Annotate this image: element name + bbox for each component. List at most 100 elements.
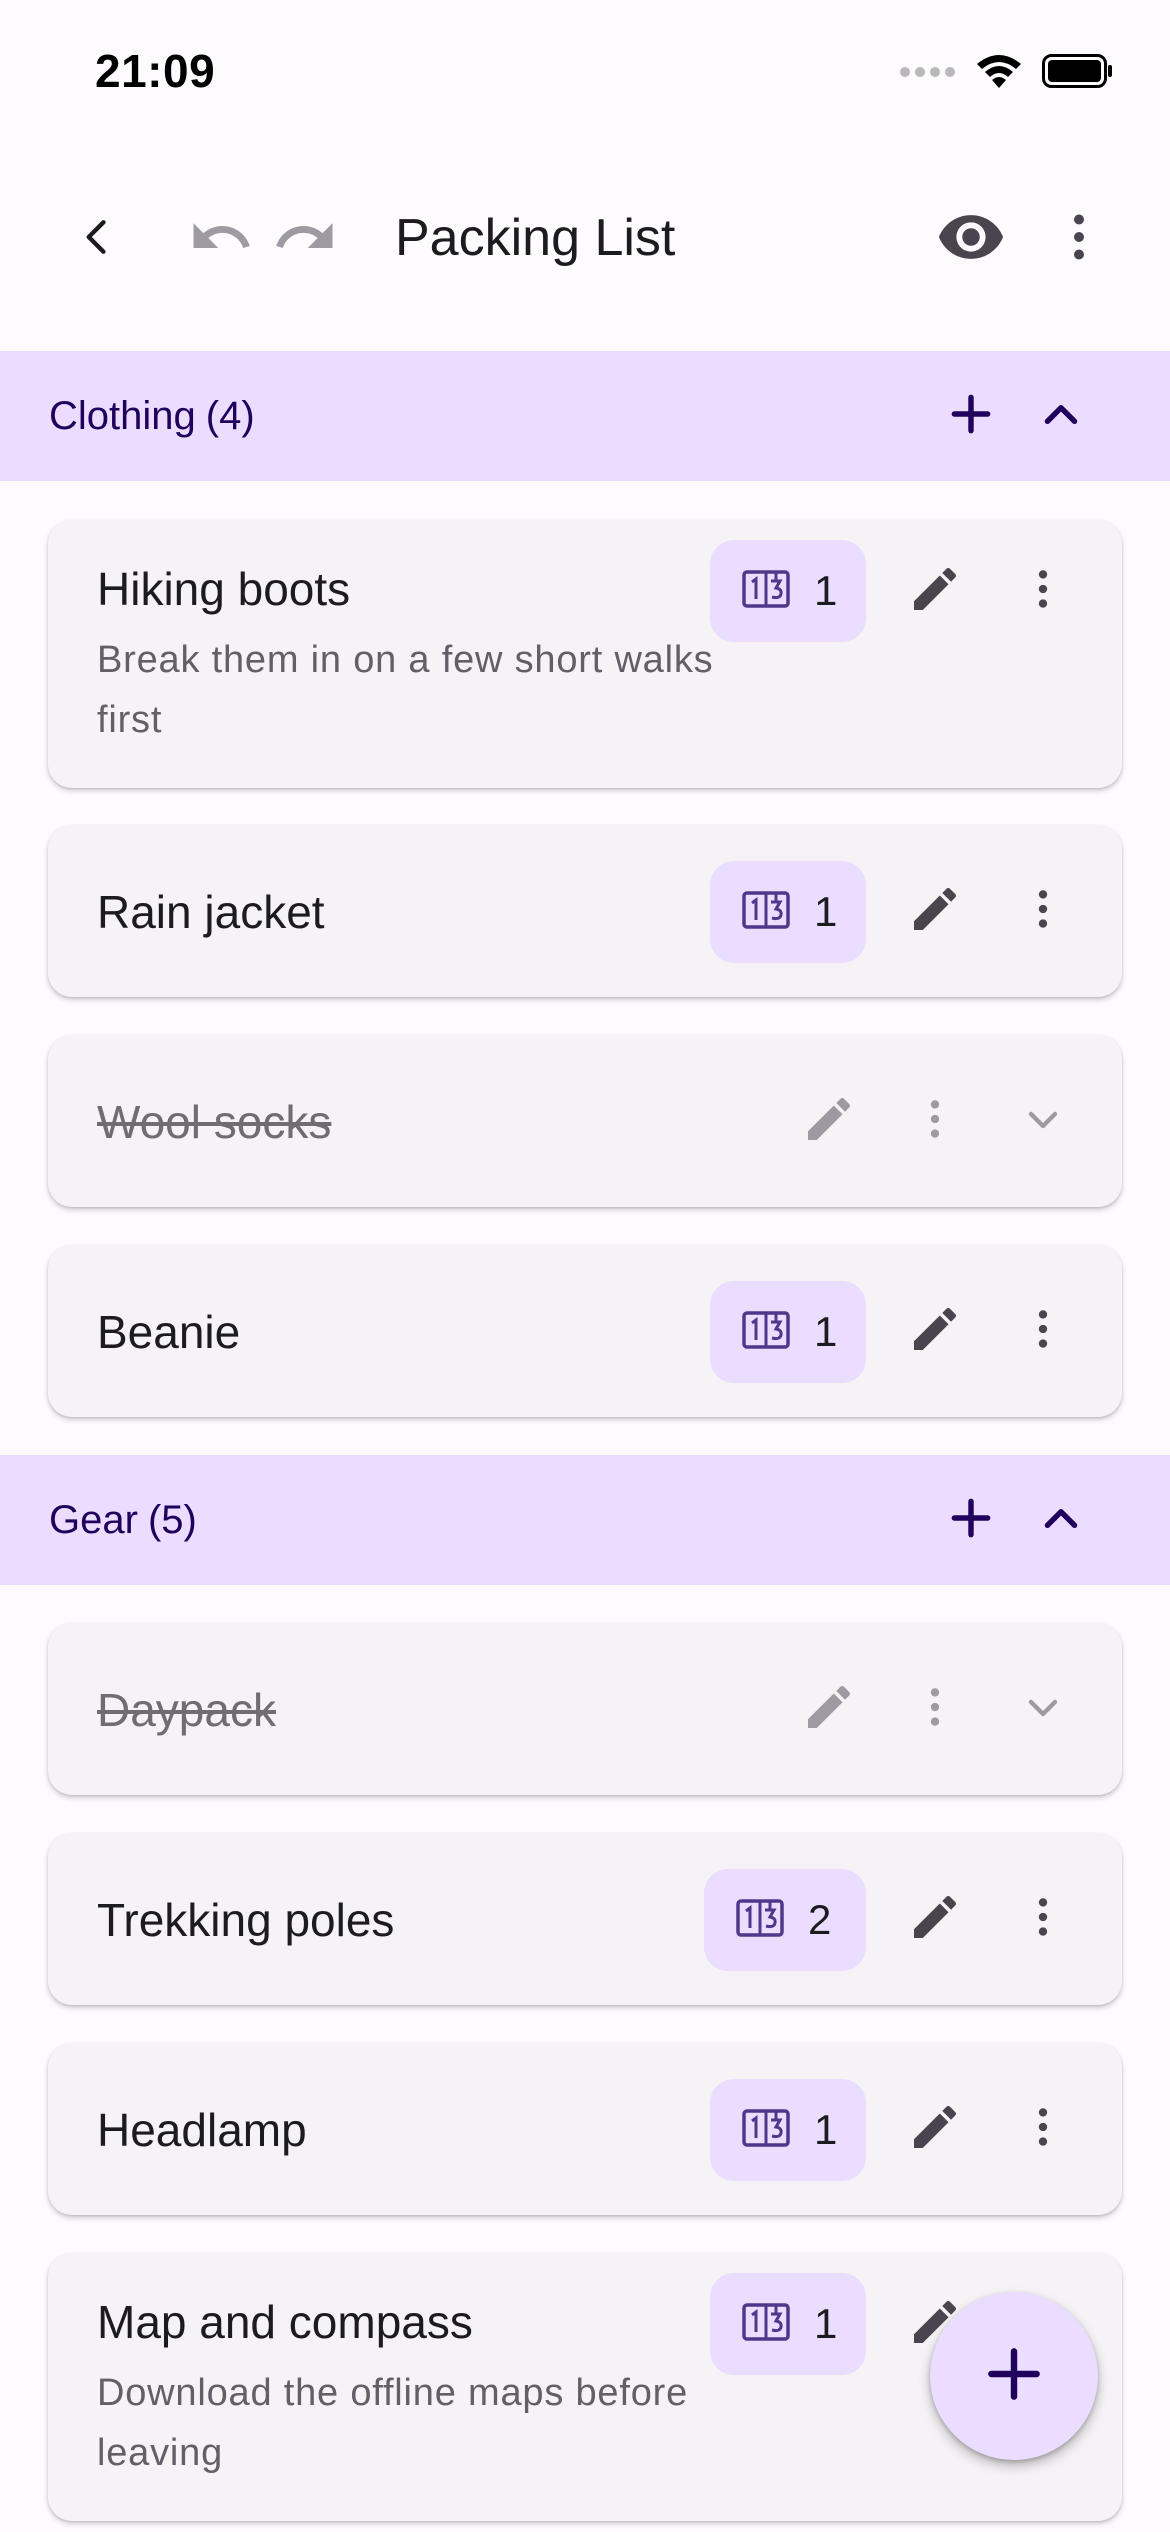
section-count: (4) [205, 393, 255, 438]
quantity-icon [742, 890, 790, 934]
quantity-chip[interactable]: 1 [710, 861, 866, 963]
quantity-value: 1 [814, 567, 838, 614]
more-vert-icon [910, 1682, 960, 1737]
quantity-value: 1 [814, 2300, 838, 2347]
edit-item-button[interactable] [890, 2084, 980, 2174]
redo-button[interactable] [260, 194, 350, 284]
item-note: Break them in on a few short walks first [97, 639, 714, 741]
undo-icon [188, 204, 254, 275]
pencil-icon [907, 2099, 963, 2160]
signal-dots-icon [900, 65, 956, 83]
section-header-clothing[interactable]: Clothing (4) [0, 351, 1170, 481]
quantity-icon [742, 1310, 790, 1354]
collapse-section-button[interactable] [1016, 371, 1106, 461]
edit-item-button[interactable] [890, 1874, 980, 1964]
chevron-up-icon [1036, 1493, 1086, 1548]
section-title: Gear (5) [49, 1498, 197, 1543]
more-options-button[interactable] [1034, 194, 1124, 284]
list-item[interactable]: Wool socks [48, 1035, 1122, 1207]
edit-item-button[interactable] [784, 1076, 874, 1166]
item-name: Beanie [97, 1306, 241, 1358]
section-name: Clothing [49, 393, 196, 438]
quantity-chip[interactable]: 1 [710, 2079, 866, 2181]
list-item[interactable]: Headlamp 1 [48, 2043, 1122, 2215]
section-header-gear[interactable]: Gear (5) [0, 1455, 1170, 1585]
pencil-icon [907, 561, 963, 622]
quantity-icon [736, 1898, 784, 1942]
item-more-button[interactable] [998, 546, 1088, 636]
quantity-icon [742, 2302, 790, 2346]
status-time: 21:09 [95, 45, 216, 97]
pencil-icon [801, 1091, 857, 1152]
back-button[interactable] [52, 194, 142, 284]
list-item[interactable]: Daypack [48, 1623, 1122, 1795]
item-more-button[interactable] [998, 1286, 1088, 1376]
add-item-fab[interactable] [930, 2292, 1098, 2460]
wifi-icon [974, 52, 1024, 95]
item-more-button[interactable] [998, 2084, 1088, 2174]
quantity-chip[interactable]: 2 [704, 1869, 866, 1971]
app-bar: Packing List [0, 140, 1170, 340]
item-more-button[interactable] [890, 1664, 980, 1754]
add-item-button[interactable] [926, 1475, 1016, 1565]
section-title: Clothing (4) [49, 394, 255, 439]
item-name: Rain jacket [97, 886, 325, 938]
quantity-value: 1 [814, 2106, 838, 2153]
more-vert-icon [1018, 1892, 1068, 1947]
add-item-button[interactable] [926, 371, 1016, 461]
section-name: Gear [49, 1497, 138, 1542]
more-vert-icon [1018, 2102, 1068, 2157]
more-vert-icon [910, 1094, 960, 1149]
plus-icon [946, 389, 996, 444]
chevron-down-icon [1019, 1683, 1067, 1736]
chevron-down-icon [1019, 1095, 1067, 1148]
item-more-button[interactable] [890, 1076, 980, 1166]
pencil-icon [907, 1889, 963, 1950]
item-more-button[interactable] [998, 1874, 1088, 1964]
page-title: Packing List [395, 209, 676, 267]
undo-button[interactable] [176, 194, 266, 284]
plus-icon [982, 2342, 1046, 2411]
edit-item-button[interactable] [890, 1286, 980, 1376]
quantity-chip[interactable]: 1 [710, 1281, 866, 1383]
item-note: Download the offline maps before leaving [97, 2372, 689, 2474]
quantity-value: 1 [814, 888, 838, 935]
quantity-icon [742, 569, 790, 613]
quantity-chip[interactable]: 1 [710, 2273, 866, 2375]
pencil-icon [801, 1679, 857, 1740]
pencil-icon [907, 1301, 963, 1362]
item-name: Wool socks [97, 1096, 332, 1148]
quantity-chip[interactable]: 1 [710, 540, 866, 642]
item-name: Trekking poles [97, 1894, 395, 1946]
collapse-section-button[interactable] [1016, 1475, 1106, 1565]
plus-icon [946, 1493, 996, 1548]
list-item[interactable]: Hiking boots Break them in on a few shor… [48, 520, 1122, 788]
status-bar: 21:09 [0, 0, 1170, 140]
edit-item-button[interactable] [890, 546, 980, 636]
expand-item-button[interactable] [998, 1664, 1088, 1754]
more-vert-icon [1018, 884, 1068, 939]
edit-item-button[interactable] [784, 1664, 874, 1754]
list-item[interactable]: Beanie 1 [48, 1245, 1122, 1417]
quantity-value: 2 [808, 1896, 832, 1943]
more-vert-icon [1018, 1304, 1068, 1359]
quantity-value: 1 [814, 1308, 838, 1355]
battery-icon [1042, 54, 1114, 93]
item-name: Headlamp [97, 2104, 307, 2156]
back-arrow-icon [75, 215, 119, 264]
expand-item-button[interactable] [998, 1076, 1088, 1166]
preview-button[interactable] [926, 194, 1016, 284]
eye-icon [936, 202, 1006, 277]
edit-item-button[interactable] [890, 866, 980, 956]
chevron-up-icon [1036, 389, 1086, 444]
list-item[interactable]: Trekking poles 2 [48, 1833, 1122, 2005]
more-vert-icon [1018, 564, 1068, 619]
list-item[interactable]: Rain jacket 1 [48, 825, 1122, 997]
section-count: (5) [147, 1497, 197, 1542]
item-name: Map and compass [97, 2296, 473, 2348]
more-vert-icon [1049, 207, 1109, 272]
pencil-icon [907, 881, 963, 942]
item-name: Hiking boots [97, 563, 351, 615]
item-more-button[interactable] [998, 866, 1088, 956]
quantity-icon [742, 2108, 790, 2152]
